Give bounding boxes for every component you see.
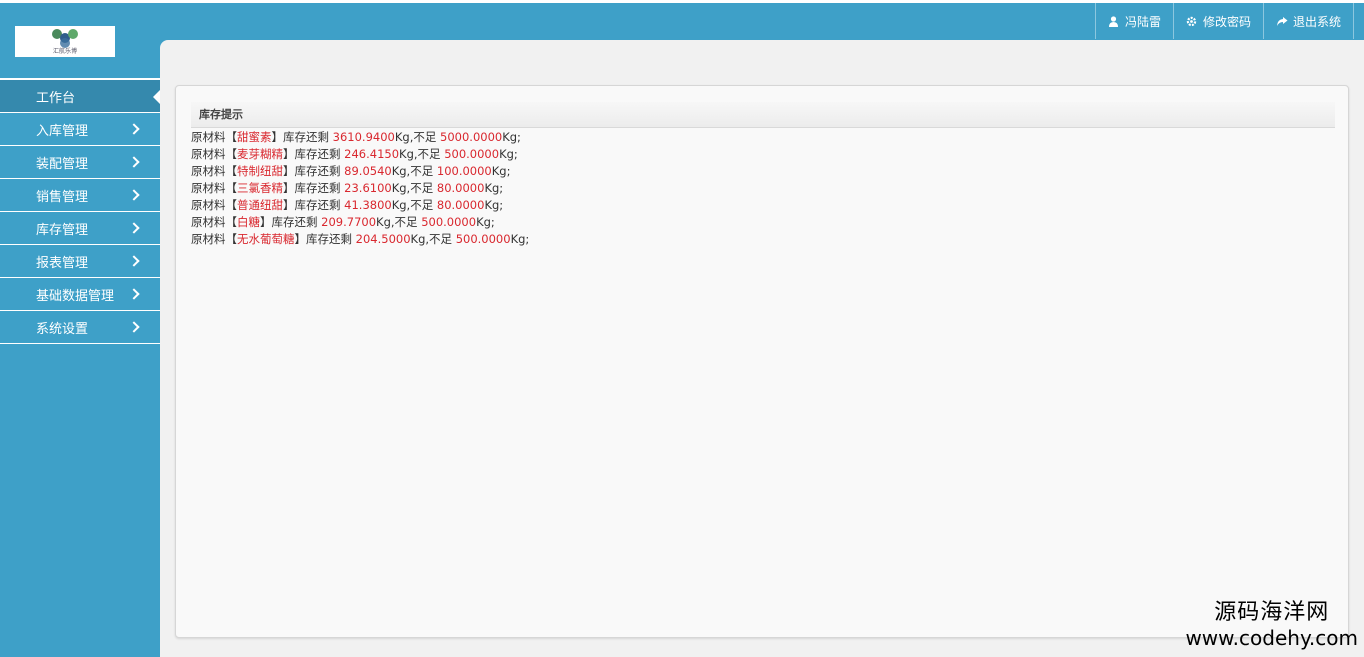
sidebar-item-label: 库存管理 — [36, 222, 89, 238]
watermark: 源码海洋网 www.codehy.com — [1185, 599, 1358, 649]
stock-alert-row: 原材料【普通纽甜】库存还剩 41.3800Kg,不足 80.0000Kg; — [191, 198, 504, 212]
stock-alert-list: 原材料【甜蜜素】库存还剩 3610.9400Kg,不足 5000.0000Kg;… — [191, 129, 529, 248]
remaining-qty: 3610.9400 — [332, 130, 395, 144]
watermark-url: www.codehy.com — [1185, 626, 1358, 650]
stock-alert-row: 原材料【白糖】库存还剩 209.7700Kg,不足 500.0000Kg; — [191, 215, 495, 229]
chevron-right-icon — [128, 222, 140, 234]
top-actions: 冯陆雷 修改密码 退出系统 — [1094, 3, 1354, 39]
remaining-qty: 89.0540 — [344, 164, 392, 178]
share-arrow-icon — [1276, 16, 1288, 27]
chevron-right-icon — [128, 189, 140, 201]
remaining-qty: 246.4150 — [344, 147, 400, 161]
stock-alert-row: 原材料【特制纽甜】库存还剩 89.0540Kg,不足 100.0000Kg; — [191, 164, 511, 178]
main-content: 库存提示 原材料【甜蜜素】库存还剩 3610.9400Kg,不足 5000.00… — [160, 40, 1364, 657]
logout-button[interactable]: 退出系统 — [1262, 3, 1354, 39]
sidebar: 工作台 入库管理 装配管理 销售管理 库存管理 报表管理 基础数据管理 系统设置 — [0, 78, 160, 344]
top-bar: 冯陆雷 修改密码 退出系统 — [0, 0, 1364, 40]
sidebar-item-label: 系统设置 — [36, 321, 89, 337]
change-password-button[interactable]: 修改密码 — [1172, 3, 1263, 39]
min-qty: 500.0000 — [421, 215, 477, 229]
min-qty: 500.0000 — [444, 147, 500, 161]
sidebar-item-inbound[interactable]: 入库管理 — [0, 113, 160, 146]
material-name: 普通纽甜 — [237, 198, 283, 212]
logo: 汇航乐博 — [15, 26, 115, 57]
user-icon — [1108, 15, 1119, 27]
chevron-right-icon — [128, 321, 140, 333]
material-name: 甜蜜素 — [237, 130, 272, 144]
remaining-qty: 204.5000 — [355, 232, 411, 246]
panel-title: 库存提示 — [191, 102, 1335, 128]
logo-mark — [48, 28, 82, 48]
user-name: 冯陆雷 — [1124, 14, 1161, 29]
material-name: 特制纽甜 — [237, 164, 283, 178]
sidebar-item-settings[interactable]: 系统设置 — [0, 311, 160, 344]
material-name: 三氯香精 — [237, 181, 283, 195]
stock-alert-row: 原材料【无水葡萄糖】库存还剩 204.5000Kg,不足 500.0000Kg; — [191, 232, 530, 246]
active-indicator — [153, 90, 160, 104]
sidebar-item-basic-data[interactable]: 基础数据管理 — [0, 278, 160, 311]
stock-alert-row: 原材料【麦芽糊精】库存还剩 246.4150Kg,不足 500.0000Kg; — [191, 147, 518, 161]
remaining-qty: 23.6100 — [344, 181, 392, 195]
sidebar-item-label: 基础数据管理 — [36, 288, 115, 304]
sidebar-item-label: 工作台 — [36, 90, 76, 106]
sidebar-item-inventory[interactable]: 库存管理 — [0, 212, 160, 245]
min-qty: 80.0000 — [436, 198, 485, 212]
change-password-label: 修改密码 — [1202, 14, 1251, 29]
sidebar-item-label: 报表管理 — [36, 255, 89, 271]
chevron-right-icon — [128, 288, 140, 300]
sidebar-item-assembly[interactable]: 装配管理 — [0, 146, 160, 179]
stock-alert-row: 原材料【甜蜜素】库存还剩 3610.9400Kg,不足 5000.0000Kg; — [191, 130, 521, 144]
min-qty: 80.0000 — [436, 181, 485, 195]
sidebar-item-label: 入库管理 — [36, 123, 89, 139]
material-name: 白糖 — [237, 215, 260, 229]
material-name: 麦芽糊精 — [237, 147, 283, 161]
min-qty: 5000.0000 — [440, 130, 503, 144]
remaining-qty: 41.3800 — [344, 198, 392, 212]
sidebar-item-sales[interactable]: 销售管理 — [0, 179, 160, 212]
stock-alert-row: 原材料【三氯香精】库存还剩 23.6100Kg,不足 80.0000Kg; — [191, 181, 504, 195]
min-qty: 500.0000 — [455, 232, 511, 246]
min-qty: 100.0000 — [436, 164, 492, 178]
sidebar-item-label: 销售管理 — [36, 189, 89, 205]
sidebar-item-label: 装配管理 — [36, 156, 89, 172]
chevron-right-icon — [128, 123, 140, 135]
gear-icon — [1186, 16, 1197, 27]
material-name: 无水葡萄糖 — [237, 232, 295, 246]
sidebar-item-reports[interactable]: 报表管理 — [0, 245, 160, 278]
sidebar-item-workbench[interactable]: 工作台 — [0, 80, 160, 113]
logo-caption: 汇航乐博 — [52, 48, 77, 55]
logout-label: 退出系统 — [1292, 14, 1341, 29]
watermark-cn: 源码海洋网 — [1214, 600, 1330, 625]
remaining-qty: 209.7700 — [321, 215, 377, 229]
user-button[interactable]: 冯陆雷 — [1094, 3, 1173, 39]
stock-alert-panel: 库存提示 原材料【甜蜜素】库存还剩 3610.9400Kg,不足 5000.00… — [175, 85, 1349, 638]
chevron-right-icon — [128, 255, 140, 267]
chevron-right-icon — [128, 156, 140, 168]
